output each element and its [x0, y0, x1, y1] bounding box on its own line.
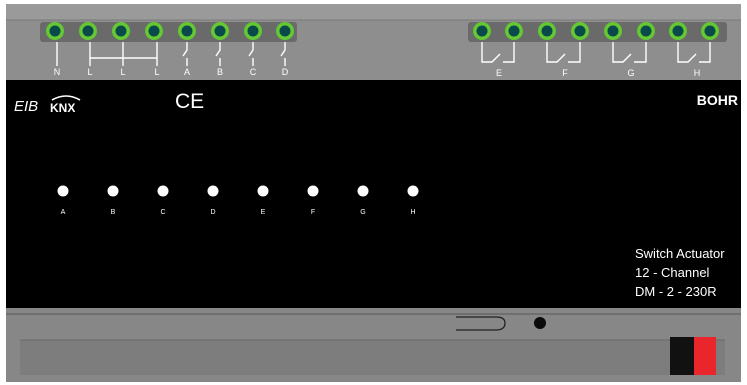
right-terminal-screw-2 — [508, 25, 520, 37]
bus-connector-black[interactable] — [670, 337, 694, 375]
left-terminal-screw-1 — [49, 25, 61, 37]
model-line-1: Switch Actuator — [635, 246, 725, 261]
right-terminal-screw-5 — [607, 25, 619, 37]
status-led-label-b: B — [111, 209, 116, 216]
terminal-label-right-3: G — [627, 68, 634, 78]
ce-mark: CE — [175, 90, 204, 113]
terminal-label-left-8: D — [282, 67, 289, 77]
status-led-c — [157, 185, 169, 197]
status-led-label-c: C — [160, 209, 165, 216]
status-led-a — [57, 185, 69, 197]
eib-label: EIB — [14, 98, 38, 115]
terminal-label-left-6: B — [217, 67, 223, 77]
status-led-d — [207, 185, 219, 197]
left-terminal-screw-8 — [279, 25, 291, 37]
status-led-label-f: F — [311, 209, 315, 216]
status-led-f — [307, 185, 319, 197]
programming-led — [534, 317, 546, 329]
left-terminal-screw-4 — [148, 25, 160, 37]
terminal-label-left-2: L — [87, 67, 92, 77]
right-terminal-screw-4 — [574, 25, 586, 37]
terminal-label-right-2: F — [562, 68, 568, 78]
bottom-rail-cover — [20, 340, 725, 375]
status-led-label-h: H — [410, 209, 415, 216]
terminal-label-left-7: C — [250, 67, 257, 77]
terminal-label-left-5: A — [184, 67, 190, 77]
left-terminal-screw-2 — [82, 25, 94, 37]
status-led-b — [107, 185, 119, 197]
knx-logo-text: KNX — [50, 101, 75, 115]
left-terminal-screw-6 — [214, 25, 226, 37]
status-led-label-e: E — [261, 209, 266, 216]
model-line-3: DM - 2 - 230R — [635, 284, 717, 299]
terminal-label-left-4: L — [154, 67, 159, 77]
status-led-h — [407, 185, 419, 197]
status-led-e — [257, 185, 269, 197]
status-led-label-g: G — [360, 209, 365, 216]
status-led-label-a: A — [61, 209, 66, 216]
right-terminal-screw-6 — [640, 25, 652, 37]
right-terminal-screw-1 — [476, 25, 488, 37]
right-terminal-screw-8 — [704, 25, 716, 37]
bus-connector-red[interactable] — [694, 337, 716, 375]
left-terminal-screw-7 — [247, 25, 259, 37]
terminal-label-right-1: E — [496, 68, 502, 78]
model-line-2: 12 - Channel — [635, 265, 710, 280]
left-terminal-screw-3 — [115, 25, 127, 37]
terminal-label-left-3: L — [120, 67, 125, 77]
status-led-g — [357, 185, 369, 197]
status-led-label-d: D — [210, 209, 215, 216]
right-terminal-screw-7 — [672, 25, 684, 37]
right-terminal-screw-3 — [541, 25, 553, 37]
terminal-label-right-4: H — [694, 68, 701, 78]
terminal-label-left-1: N — [54, 67, 61, 77]
left-terminal-screw-5 — [181, 25, 193, 37]
brand-label: BOHR — [697, 92, 738, 108]
switch-actuator-device: N L L L A B C D E F G H EIB KNX CE BOHR A B C D E F G H S… — [0, 0, 747, 385]
